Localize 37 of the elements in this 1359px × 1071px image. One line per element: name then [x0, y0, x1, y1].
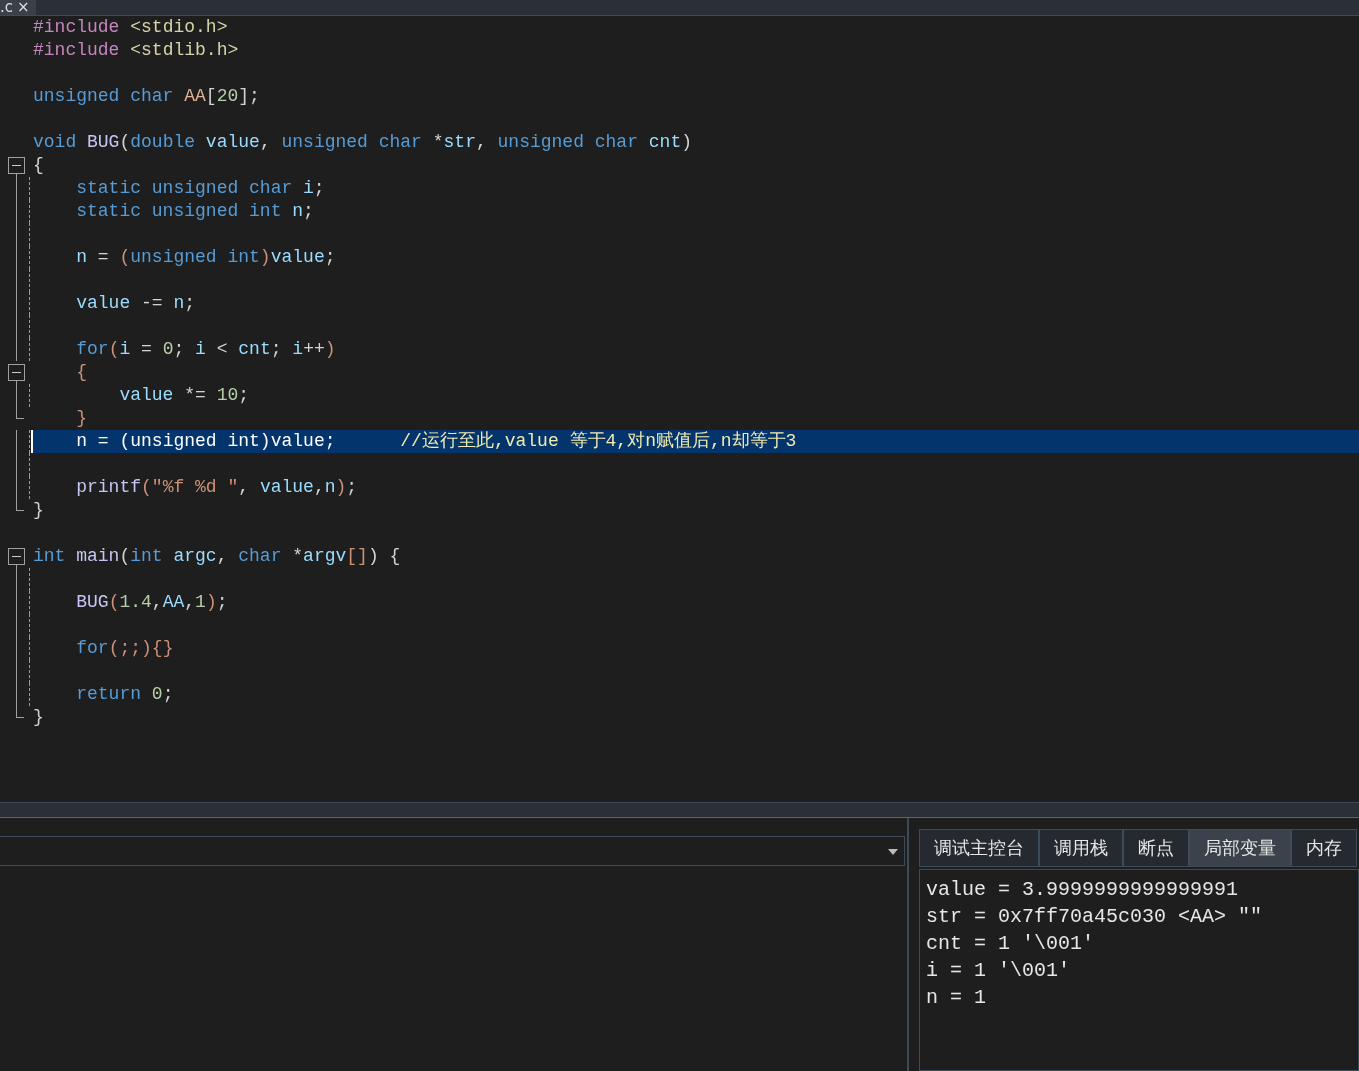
- panel-tab[interactable]: 调试主控台: [919, 829, 1039, 867]
- code-line: {: [75, 361, 88, 384]
- collapse-icon[interactable]: [8, 364, 25, 381]
- panel-tab[interactable]: 内存: [1291, 829, 1357, 867]
- code-line: printf("%f %d ", value,n);: [75, 476, 359, 499]
- code-line: static unsigned int n;: [75, 200, 315, 223]
- code-line: void BUG(double value, unsigned char *str, unsigned char cnt): [32, 131, 693, 154]
- code-line: static unsigned char i;: [75, 177, 326, 200]
- code-line: {: [32, 154, 45, 177]
- panel-tab[interactable]: 断点: [1123, 829, 1189, 867]
- code-line: value -= n;: [75, 292, 197, 315]
- code-line: for(;;){}: [75, 637, 175, 660]
- code-line: }: [32, 499, 45, 522]
- collapse-icon[interactable]: [8, 548, 25, 565]
- variable-value: value = 3.9999999999999991: [926, 877, 1240, 903]
- close-icon[interactable]: ×: [17, 1, 30, 14]
- code-line: int main(int argc, char *argv[]) {: [32, 545, 402, 568]
- variable-value: cnt = 1 '\001': [926, 931, 1096, 957]
- code-line: n = (unsigned int)value;: [75, 246, 337, 269]
- code-line: }: [75, 407, 88, 430]
- variable-value: i = 1 '\001': [926, 958, 1072, 984]
- panel-tab[interactable]: 调用栈: [1039, 829, 1123, 867]
- dropdown-field[interactable]: [0, 836, 905, 866]
- variable-value: str = 0x7ff70a45c030 <AA> "": [926, 904, 1264, 930]
- code-line: }: [32, 706, 45, 729]
- code-line: return 0;: [75, 683, 175, 706]
- code-line: for(i = 0; i < cnt; i++): [75, 338, 337, 361]
- code-line: value *= 10;: [118, 384, 251, 407]
- code-line: BUG(1.4,AA,1);: [75, 591, 229, 614]
- code-line: #include <stdlib.h>: [32, 39, 240, 62]
- caret-icon: [888, 849, 898, 855]
- code-line: #include <stdio.h>: [32, 16, 229, 39]
- file-tab[interactable]: .c ×: [0, 0, 36, 15]
- variable-value: n = 1: [926, 985, 987, 1011]
- panel-tab[interactable]: 局部变量: [1189, 829, 1291, 867]
- code-line: unsigned char AA[20];: [32, 85, 261, 108]
- collapse-icon[interactable]: [8, 157, 25, 174]
